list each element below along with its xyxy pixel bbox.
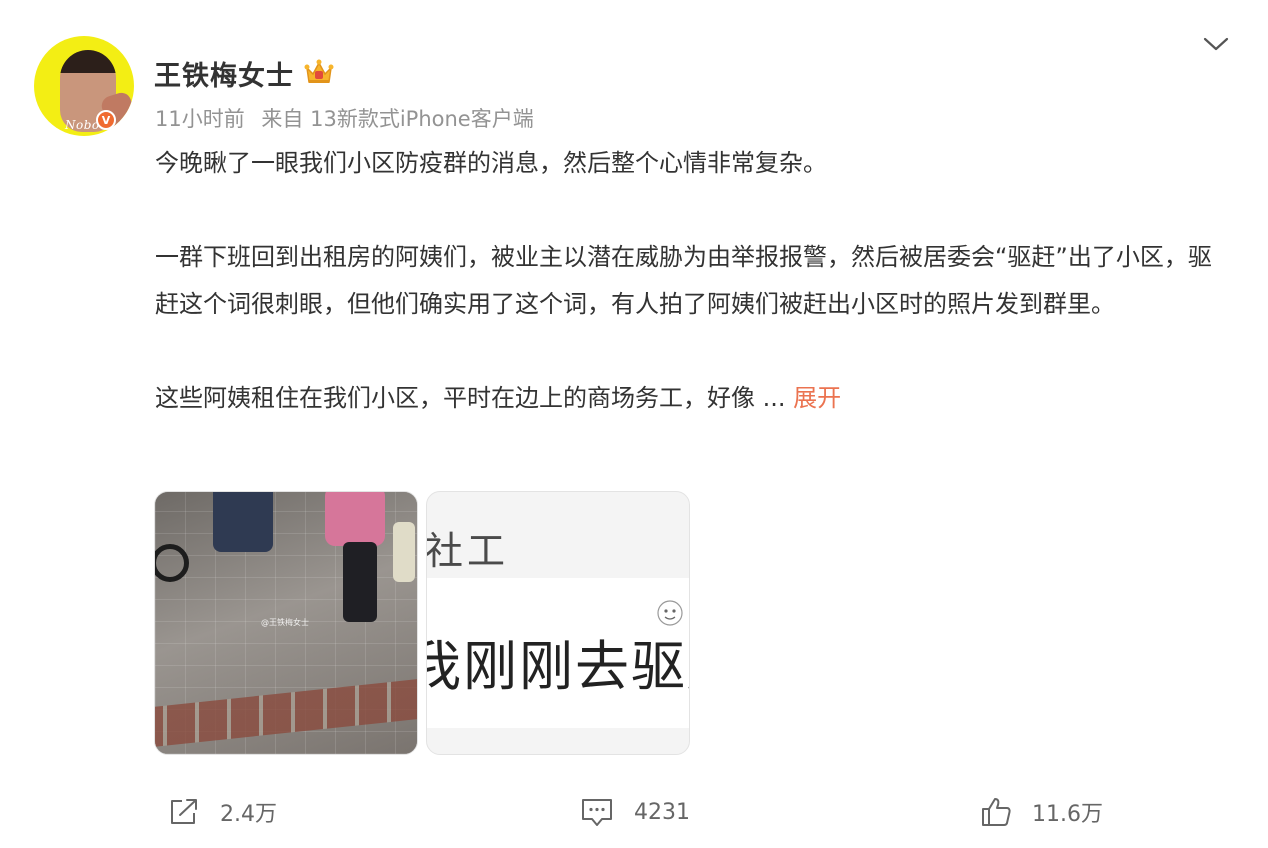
post-image-2[interactable]: 社工 我刚刚去驱赶 [426, 491, 690, 755]
like-count: 11.6万 [1032, 802, 1103, 827]
post-time[interactable]: 11小时前 [155, 107, 245, 131]
person-figure [213, 492, 273, 552]
post-meta: 11小时前 来自 13新款式iPhone客户端 [155, 103, 544, 133]
share-count: 2.4万 [220, 802, 277, 827]
post-paragraph-truncated: 这些阿姨租住在我们小区，平时在边上的商场务工，好像 ... 展开 [155, 375, 1235, 422]
like-button[interactable]: 11.6万 [980, 792, 1103, 832]
comment-button[interactable]: 4231 [580, 792, 690, 832]
screenshot-label: 社工 [426, 529, 510, 573]
verified-badge-icon: V [96, 110, 116, 130]
comment-count: 4231 [634, 799, 690, 825]
sticker-icon [657, 600, 683, 626]
person-legs [343, 542, 377, 622]
post-source: 来自 13新款式iPhone客户端 [261, 107, 534, 131]
post-paragraph: 这些阿姨租住在我们小区，平时在边上的商场务工，好像 [155, 384, 755, 412]
author-avatar[interactable]: Nobo [34, 36, 134, 136]
chevron-down-icon [1203, 37, 1229, 51]
post-paragraph: 今晚瞅了一眼我们小区防疫群的消息，然后整个心情非常复杂。 [155, 149, 827, 177]
expand-link[interactable]: 展开 [793, 384, 841, 412]
share-icon [171, 799, 197, 824]
screenshot-text: 我刚刚去驱赶 [427, 635, 689, 698]
share-button[interactable]: 2.4万 [168, 792, 277, 832]
post-content: 今晚瞅了一眼我们小区防疫群的消息，然后整个心情非常复杂。 一群下班回到出租房的阿… [155, 140, 1235, 422]
post-image-1[interactable]: @王铁梅女士 [154, 491, 418, 755]
thumbs-up-icon [982, 798, 1011, 826]
more-options-button[interactable] [1200, 28, 1232, 60]
post-paragraph: 一群下班回到出租房的阿姨们，被业主以潜在威胁为由举报报警，然后被居委会“驱赶”出… [155, 243, 1212, 318]
weibo-post: Nobo V 王铁梅女士 11小时前 来自 13新款式iPhone客户端 今晚瞅… [0, 0, 1268, 848]
crown-icon [304, 59, 334, 83]
avatar-caption: Nobo [65, 118, 100, 132]
ellipsis: ... [762, 384, 786, 412]
person-figure [325, 492, 385, 546]
image-watermark: @王铁梅女士 [261, 618, 309, 627]
comment-icon [582, 799, 612, 826]
author-name[interactable]: 王铁梅女士 [154, 54, 294, 93]
bag [393, 522, 415, 582]
